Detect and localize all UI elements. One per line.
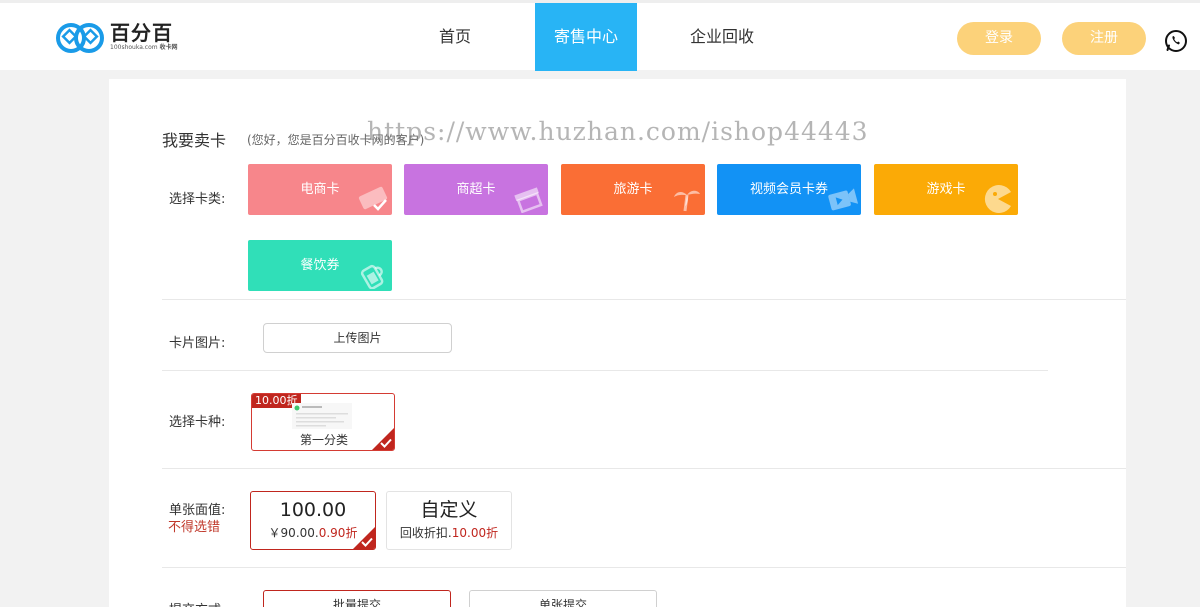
check-icon <box>361 537 373 547</box>
shop-awning-icon <box>514 187 543 213</box>
section-title: 我要卖卡 <box>162 131 227 150</box>
divider <box>162 299 1126 300</box>
category-ecommerce-card[interactable]: 电商卡 <box>248 164 392 215</box>
face-value-option-selected[interactable]: 100.00 ￥90.00.0.90折 <box>250 491 376 550</box>
face-value-option-custom[interactable]: 自定义 回收折扣.10.00折 <box>386 491 512 550</box>
logo-name: 百分百 <box>110 21 173 45</box>
check-icon <box>380 438 392 448</box>
category-game-card[interactable]: 游戏卡 <box>874 164 1018 215</box>
face-value-amount: 自定义 <box>420 499 478 521</box>
phone-chat-icon[interactable] <box>1164 29 1188 53</box>
ticket-check-icon <box>358 186 388 211</box>
palm-tree-icon <box>674 190 700 212</box>
login-button[interactable]: 登录 <box>957 22 1041 55</box>
face-value-discount: 回收折扣.10.00折 <box>399 526 499 540</box>
divider <box>162 370 1048 371</box>
drink-icon <box>360 264 384 289</box>
pacman-icon <box>984 185 1011 213</box>
single-submit-button[interactable]: 单张提交 <box>469 590 657 607</box>
logo-mark-icon <box>56 23 104 53</box>
category-label-text: 旅游卡 <box>613 182 653 197</box>
category-food-voucher-card[interactable]: 餐饮券 <box>248 240 392 291</box>
category-label-text: 电商卡 <box>300 182 340 197</box>
batch-submit-button[interactable]: 批量提交 <box>263 590 451 607</box>
card-thumbnail-image <box>292 403 352 429</box>
video-play-icon <box>828 188 859 211</box>
card-image-label: 卡片图片: <box>169 336 226 351</box>
sell-card-panel: 我要卖卡 (您好，您是百分百收卡网的客户) https://www.huzhan… <box>109 79 1126 607</box>
card-kind-label: 选择卡种: <box>169 415 226 430</box>
nav-consign-center[interactable]: 寄售中心 <box>535 3 637 71</box>
nav-enterprise-recycle[interactable]: 企业回收 <box>667 3 777 71</box>
register-button[interactable]: 注册 <box>1062 22 1146 55</box>
category-video-member-card[interactable]: 视频会员卡券 <box>717 164 861 215</box>
card-kind-option-selected[interactable]: 10.00折 第一分类 <box>251 393 395 451</box>
submit-method-label: 提交方式: <box>169 599 225 607</box>
face-value-warning: 不得选错 <box>168 520 221 535</box>
category-label-text: 餐饮券 <box>300 258 340 273</box>
nav-home[interactable]: 首页 <box>405 3 505 71</box>
divider <box>162 567 1126 568</box>
category-supermarket-card[interactable]: 商超卡 <box>404 164 548 215</box>
divider <box>162 468 1126 469</box>
face-value-amount: 100.00 <box>279 499 347 521</box>
category-label: 选择卡类: <box>169 192 226 207</box>
category-travel-card[interactable]: 旅游卡 <box>561 164 705 215</box>
logo-subtitle: 100shouka.com 收卡网 <box>110 44 178 51</box>
site-logo[interactable]: 百分百 100shouka.com 收卡网 <box>55 21 178 55</box>
category-label-text: 游戏卡 <box>926 182 966 197</box>
category-label-text: 视频会员卡券 <box>749 182 828 197</box>
upload-image-button[interactable]: 上传图片 <box>263 323 452 353</box>
watermark-url: https://www.huzhan.com/ishop44443 <box>367 117 869 146</box>
category-label-text: 商超卡 <box>456 182 496 197</box>
top-navigation-bar: 百分百 100shouka.com 收卡网 首页 寄售中心 企业回收 登录 注册 <box>0 0 1200 73</box>
main-nav: 首页 寄售中心 企业回收 <box>405 3 777 73</box>
